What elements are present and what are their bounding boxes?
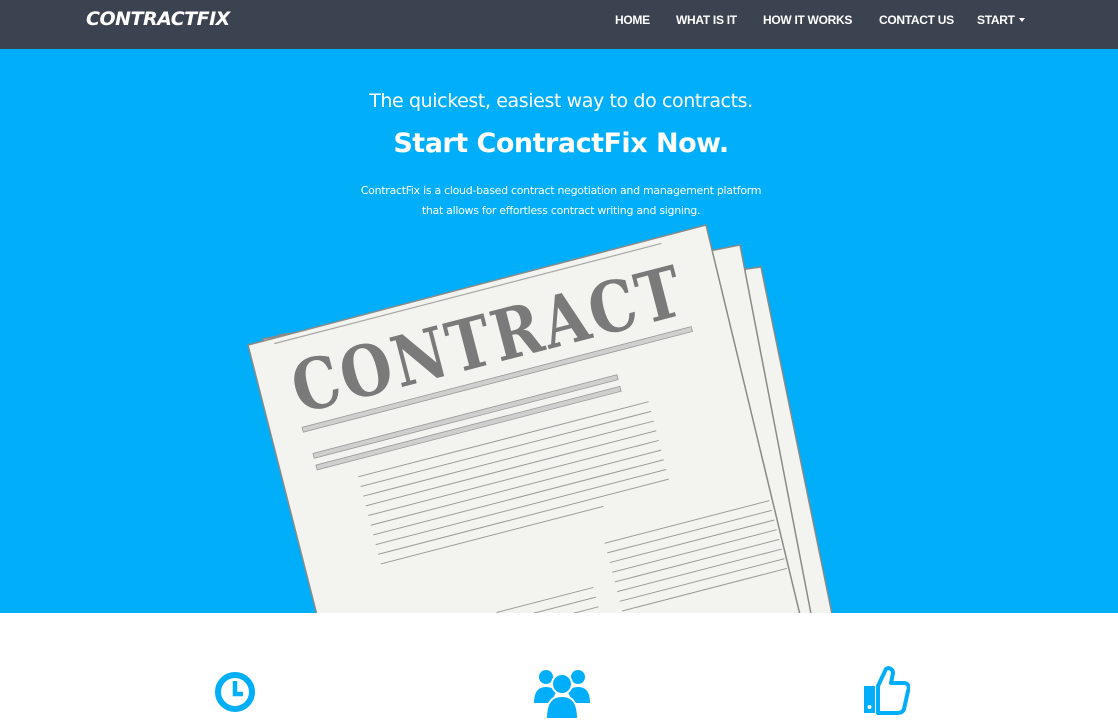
thumbs-up-icon xyxy=(864,666,910,715)
hero-description-line-1: ContractFix is a cloud-based contract ne… xyxy=(360,184,762,197)
clock-icon xyxy=(215,672,255,712)
nav-how-it-works[interactable]: HOW IT WORKS xyxy=(763,13,852,27)
hero-description-line-2: that allows for effortless contract writ… xyxy=(421,204,701,217)
hero-tagline: The quickest, easiest way to do contract… xyxy=(369,90,753,112)
hero-section: CONTRACT The quickest, easiest way to do… xyxy=(0,49,1118,613)
nav-home[interactable]: HOME xyxy=(615,13,650,27)
nav-what-is-it[interactable]: WHAT IS IT xyxy=(676,13,737,27)
hero-headline: Start ContractFix Now. xyxy=(393,128,729,159)
users-icon xyxy=(534,670,590,719)
features-section xyxy=(0,613,1118,725)
nav-start-dropdown[interactable]: START xyxy=(977,13,1025,27)
caret-down-icon xyxy=(1018,18,1025,22)
nav-start-label: START xyxy=(977,13,1015,27)
hero-description: ContractFix is a cloud-based contract ne… xyxy=(0,181,1118,221)
nav-contact-us[interactable]: CONTACT US xyxy=(879,13,954,27)
nav-menu: HOME WHAT IS IT HOW IT WORKS CONTACT US … xyxy=(0,13,1118,29)
navbar: CONTRACTFIX HOME WHAT IS IT HOW IT WORKS… xyxy=(0,0,1118,49)
